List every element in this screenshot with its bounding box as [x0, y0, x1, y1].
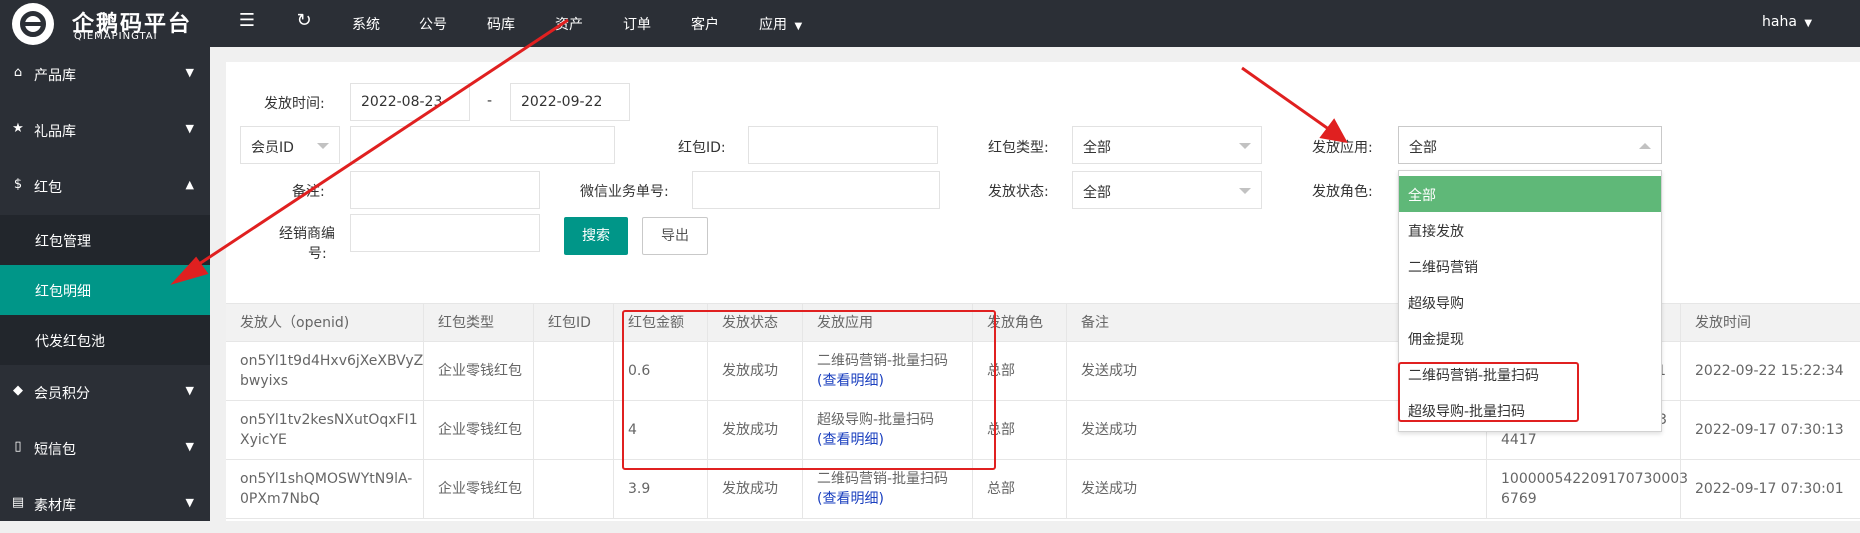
- annotation-arrows: [170, 18, 1348, 285]
- annotation-arrow-head: [1319, 118, 1348, 144]
- annotation-arrow-line: [1241, 66, 1331, 132]
- annotation-arrow-line: [189, 18, 569, 272]
